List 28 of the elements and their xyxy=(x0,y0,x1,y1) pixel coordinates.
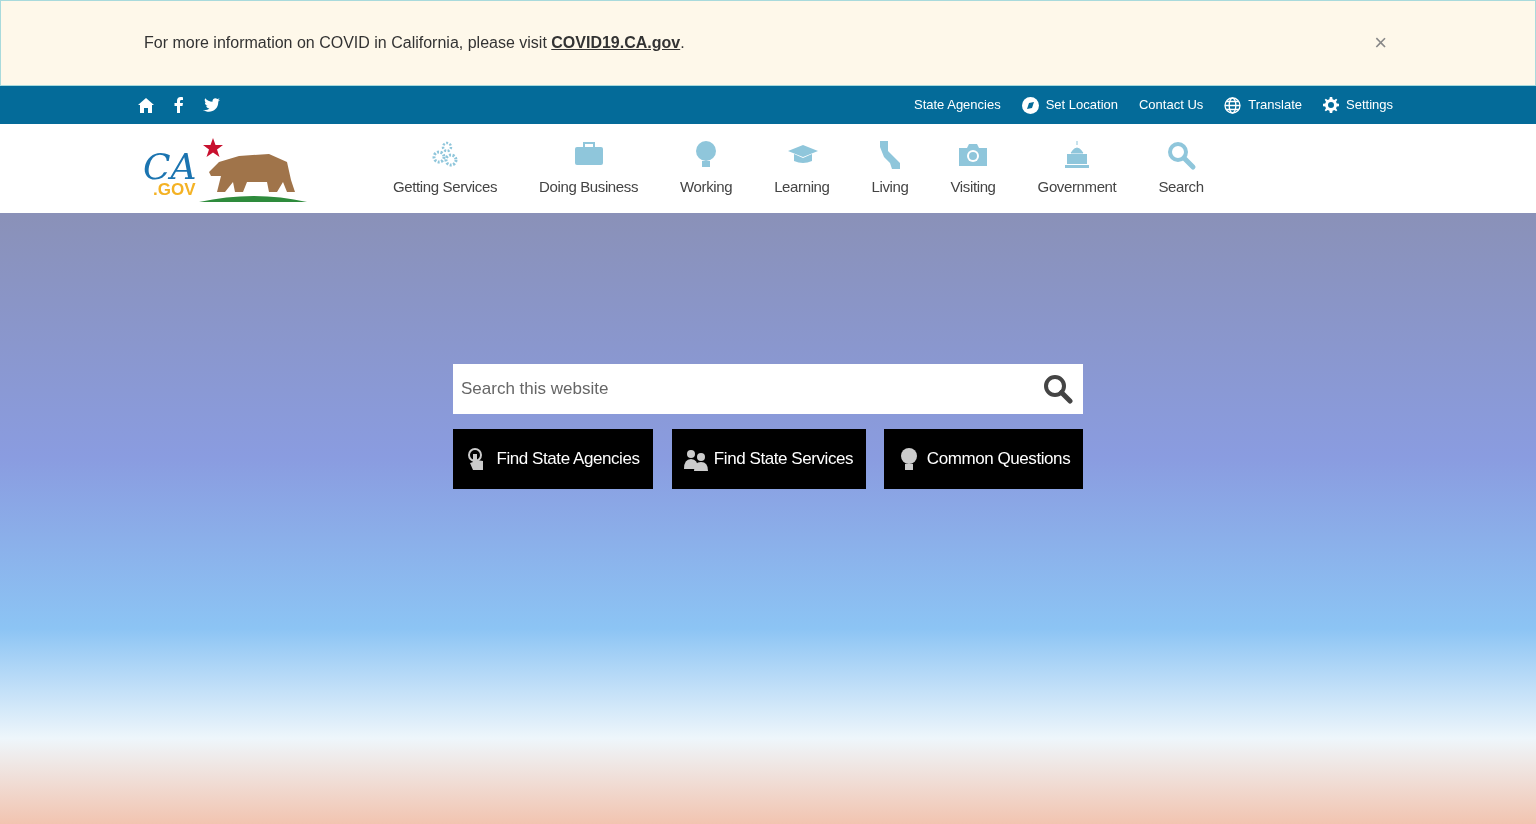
nav-item[interactable]: Learning xyxy=(774,138,830,199)
utility-link[interactable]: Contact Us xyxy=(1139,95,1204,115)
utility-link[interactable]: Set Location xyxy=(1021,95,1118,115)
search-field[interactable]: Search this website xyxy=(453,364,1083,414)
twitter-icon[interactable] xyxy=(203,98,220,112)
settings-icon xyxy=(1323,97,1339,113)
utility-link[interactable]: Settings xyxy=(1323,95,1393,115)
action-button[interactable]: Find State Services xyxy=(671,429,866,489)
people-icon xyxy=(683,447,708,471)
action-button[interactable]: Common Questions xyxy=(884,429,1083,489)
nav-item[interactable]: Getting Services xyxy=(393,138,498,199)
home-icon[interactable] xyxy=(138,97,154,113)
nav-item[interactable]: Living xyxy=(871,138,909,199)
nav-item[interactable]: Doing Business xyxy=(539,138,639,199)
nav-item[interactable]: Visiting xyxy=(950,138,996,199)
action-button[interactable]: Find State Agencies xyxy=(453,429,653,489)
globe-icon xyxy=(1224,96,1242,114)
search-icon[interactable] xyxy=(1043,374,1073,404)
site-logo[interactable]: CA .GOV xyxy=(143,133,333,204)
facebook-icon[interactable] xyxy=(174,97,183,113)
nav-item[interactable]: Government xyxy=(1037,138,1117,199)
nav-item[interactable]: Search xyxy=(1158,138,1204,199)
utility-link[interactable]: Translate xyxy=(1224,95,1302,115)
alert-message: For more information on COVID in California, please visit COVID19.CA.gov. xyxy=(144,33,685,53)
utility-link[interactable]: State Agencies xyxy=(913,95,1001,115)
compass-icon xyxy=(1021,96,1039,114)
nav-item[interactable]: Working xyxy=(680,138,733,199)
logo-domain: .GOV xyxy=(153,180,196,198)
